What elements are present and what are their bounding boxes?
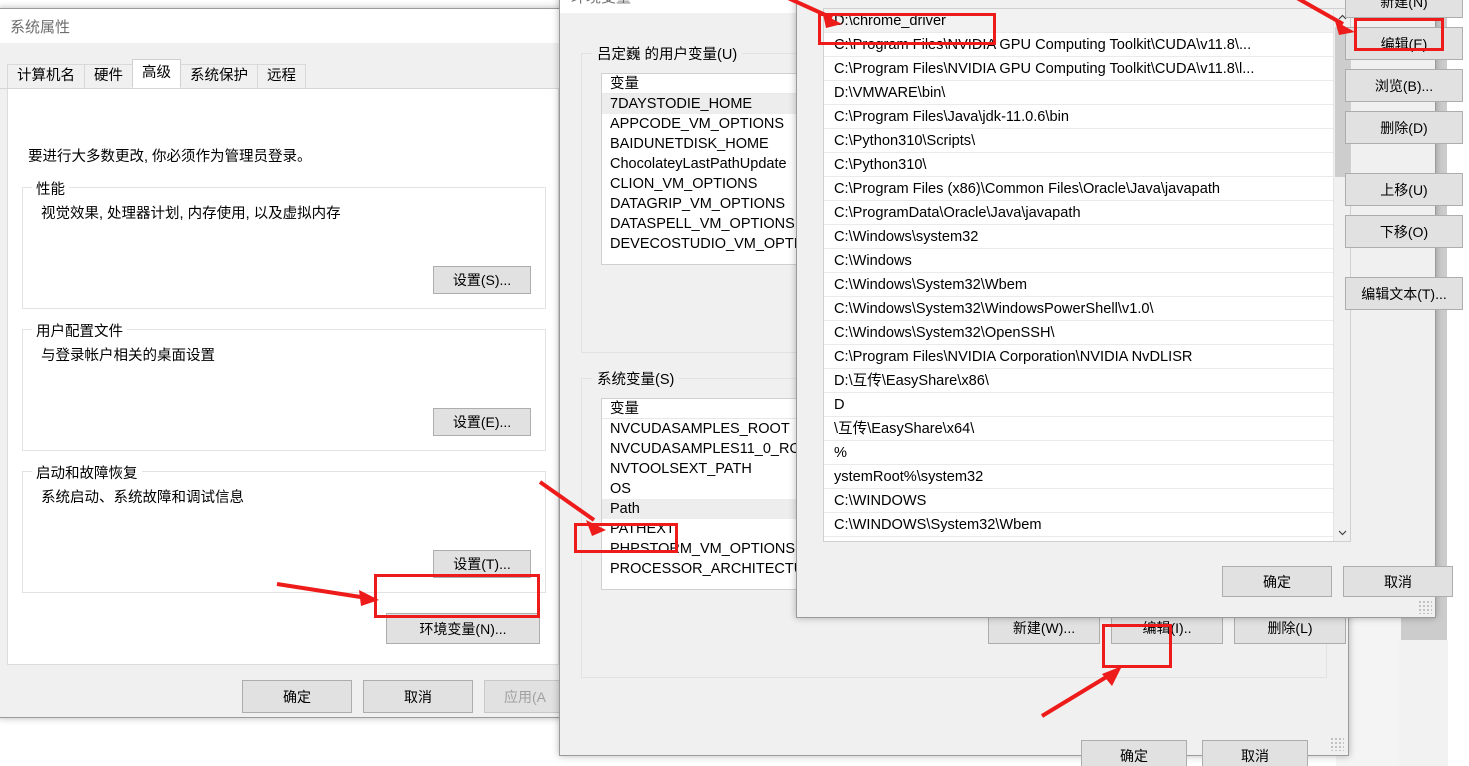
edit-path-button[interactable]: 编辑(E) — [1345, 27, 1463, 60]
button-label: 编辑(I).. — [1142, 620, 1192, 636]
system-properties-tabstrip: 计算机名 硬件 高级 系统保护 远程 — [0, 59, 567, 89]
tab-label: 高级 — [142, 65, 171, 81]
path-row[interactable]: ystemRoot%\system32 — [824, 465, 1335, 489]
button-label: 编辑(E) — [1380, 35, 1428, 52]
tab-system-protection[interactable]: 系统保护 — [180, 64, 258, 88]
scroll-down-icon[interactable] — [1334, 524, 1350, 541]
tab-hardware[interactable]: 硬件 — [84, 64, 133, 88]
tab-remote[interactable]: 远程 — [257, 64, 306, 88]
performance-group: 性能 视觉效果, 处理器计划, 内存使用, 以及虚拟内存 设置(S)... — [22, 178, 546, 309]
user-profiles-settings-button[interactable]: 设置(E)... — [433, 408, 531, 436]
tab-label: 硬件 — [94, 68, 123, 84]
button-label: 设置(E)... — [452, 414, 512, 430]
screenshot-root: 系统属性 计算机名 硬件 高级 系统保护 远程 要进行大多数更改, 你必须作为管… — [0, 0, 1469, 766]
path-row[interactable]: C:\Python310\ — [824, 153, 1335, 177]
button-label: 删除(D) — [1380, 119, 1428, 136]
path-row[interactable]: C:\Program Files (x86)\Common Files\Orac… — [824, 177, 1335, 201]
button-label: 取消 — [1241, 747, 1269, 764]
move-up-button[interactable]: 上移(U) — [1345, 173, 1463, 206]
environment-variables-ok-button[interactable]: 确定 — [1081, 740, 1187, 766]
path-listbox[interactable]: D:\chrome_driver C:\Program Files\NVIDIA … — [823, 8, 1351, 542]
edit-env-cancel-button[interactable]: 取消 — [1343, 566, 1453, 597]
path-rows: D:\chrome_driver C:\Program Files\NVIDIA … — [824, 9, 1335, 537]
path-row[interactable]: C:\Program Files\NVIDIA GPU Computing To… — [824, 33, 1335, 57]
button-label: 确定 — [1263, 573, 1291, 590]
path-row[interactable]: C:\Python310\Scripts\ — [824, 129, 1335, 153]
path-row[interactable]: C:\Windows\System32\Wbem — [824, 273, 1335, 297]
button-label: 下移(O) — [1379, 223, 1429, 240]
path-row[interactable]: D:\chrome_driver — [824, 9, 1335, 33]
button-label: 应用(A — [504, 688, 546, 705]
edit-text-button[interactable]: 编辑文本(T)... — [1345, 277, 1463, 310]
path-row[interactable]: C:\Windows — [824, 249, 1335, 273]
background-window-panel2 — [1399, 640, 1448, 766]
user-profiles-group-title: 用户配置文件 — [32, 320, 127, 341]
button-label: 环境变量(N)... — [419, 620, 507, 637]
edit-environment-variable-dialog: D:\chrome_driver C:\Program Files\NVIDIA … — [796, 0, 1463, 618]
path-row[interactable]: C:\Program Files\NVIDIA Corporation\NVID… — [824, 345, 1335, 369]
environment-variables-resize-grip[interactable] — [1330, 737, 1344, 751]
path-row[interactable]: C:\Windows\System32\WindowsPowerShell\v1… — [824, 297, 1335, 321]
button-label: 上移(U) — [1380, 181, 1428, 198]
environment-variables-button[interactable]: 环境变量(N)... — [386, 613, 540, 644]
startup-recovery-group-title: 启动和故障恢复 — [32, 462, 142, 483]
browse-path-button[interactable]: 浏览(B)... — [1345, 69, 1463, 102]
system-properties-client: 计算机名 硬件 高级 系统保护 远程 要进行大多数更改, 你必须作为管理员登录。 — [0, 43, 594, 717]
user-profiles-group-description: 与登录帐户相关的桌面设置 — [41, 348, 215, 364]
system-properties-title: 系统属性 — [10, 18, 71, 36]
button-label: 取消 — [404, 688, 432, 705]
button-label: 浏览(B)... — [1374, 77, 1434, 94]
button-label: 新建(N) — [1380, 0, 1428, 10]
path-row[interactable]: \互传\EasyShare\x64\ — [824, 417, 1335, 441]
system-properties-titlebar: 系统属性 — [0, 9, 567, 43]
user-profiles-group: 用户配置文件 与登录帐户相关的桌面设置 设置(E)... — [22, 320, 546, 451]
system-properties-cancel-button[interactable]: 取消 — [363, 680, 473, 713]
startup-recovery-group-description: 系统启动、系统故障和调试信息 — [41, 490, 244, 506]
tab-advanced[interactable]: 高级 — [132, 59, 181, 88]
path-row[interactable]: C:\Windows\System32\OpenSSH\ — [824, 321, 1335, 345]
button-label: 设置(S)... — [452, 272, 512, 288]
environment-variables-title: 环境变量 — [571, 0, 631, 7]
path-row[interactable]: C:\Program Files\Java\jdk-11.0.6\bin — [824, 105, 1335, 129]
user-variables-label: 吕定巍 的用户变量(U) — [592, 43, 743, 64]
path-row[interactable]: C:\Windows\system32 — [824, 225, 1335, 249]
button-label: 确定 — [283, 688, 311, 705]
path-row[interactable]: C:\ProgramData\Oracle\Java\javapath — [824, 201, 1335, 225]
tab-label: 远程 — [267, 68, 296, 84]
performance-group-description: 视觉效果, 处理器计划, 内存使用, 以及虚拟内存 — [41, 206, 341, 222]
button-label: 删除(L) — [1267, 620, 1313, 636]
edit-env-client: D:\chrome_driver C:\Program Files\NVIDIA … — [797, 0, 1463, 617]
performance-settings-button[interactable]: 设置(S)... — [433, 266, 531, 294]
tab-label: 计算机名 — [17, 68, 75, 84]
path-row[interactable]: C:\Program Files\NVIDIA GPU Computing To… — [824, 57, 1335, 81]
path-row[interactable]: % — [824, 441, 1335, 465]
system-variables-label: 系统变量(S) — [592, 368, 680, 389]
performance-group-title: 性能 — [32, 178, 69, 199]
tab-label: 系统保护 — [190, 68, 248, 84]
button-label: 新建(W)... — [1012, 620, 1076, 636]
move-down-button[interactable]: 下移(O) — [1345, 215, 1463, 248]
path-row[interactable]: C:\WINDOWS\System32\Wbem — [824, 513, 1335, 537]
admin-hint-text: 要进行大多数更改, 你必须作为管理员登录。 — [28, 149, 312, 165]
edit-env-resize-grip[interactable] — [1418, 600, 1432, 614]
environment-variables-cancel-button[interactable]: 取消 — [1202, 740, 1308, 766]
startup-recovery-settings-button[interactable]: 设置(T)... — [433, 550, 531, 578]
edit-env-ok-button[interactable]: 确定 — [1222, 566, 1332, 597]
path-row[interactable]: D:\互传\EasyShare\x86\ — [824, 369, 1335, 393]
tab-computer-name[interactable]: 计算机名 — [7, 64, 85, 88]
button-label: 编辑文本(T)... — [1361, 285, 1447, 302]
advanced-tab-page: 要进行大多数更改, 你必须作为管理员登录。 性能 视觉效果, 处理器计划, 内存… — [7, 89, 559, 665]
button-label: 设置(T)... — [453, 556, 511, 572]
system-properties-ok-button[interactable]: 确定 — [242, 680, 352, 713]
startup-recovery-group: 启动和故障恢复 系统启动、系统故障和调试信息 设置(T)... — [22, 462, 546, 593]
system-properties-dialog: 系统属性 计算机名 硬件 高级 系统保护 远程 要进行大多数更改, 你必须作为管… — [0, 8, 594, 718]
delete-path-button[interactable]: 删除(D) — [1345, 111, 1463, 144]
new-path-button[interactable]: 新建(N) — [1345, 0, 1463, 18]
button-label: 取消 — [1384, 573, 1412, 590]
path-row[interactable]: D:\VMWARE\bin\ — [824, 81, 1335, 105]
path-row[interactable]: C:\WINDOWS — [824, 489, 1335, 513]
path-row[interactable]: D — [824, 393, 1335, 417]
button-label: 确定 — [1120, 747, 1148, 764]
